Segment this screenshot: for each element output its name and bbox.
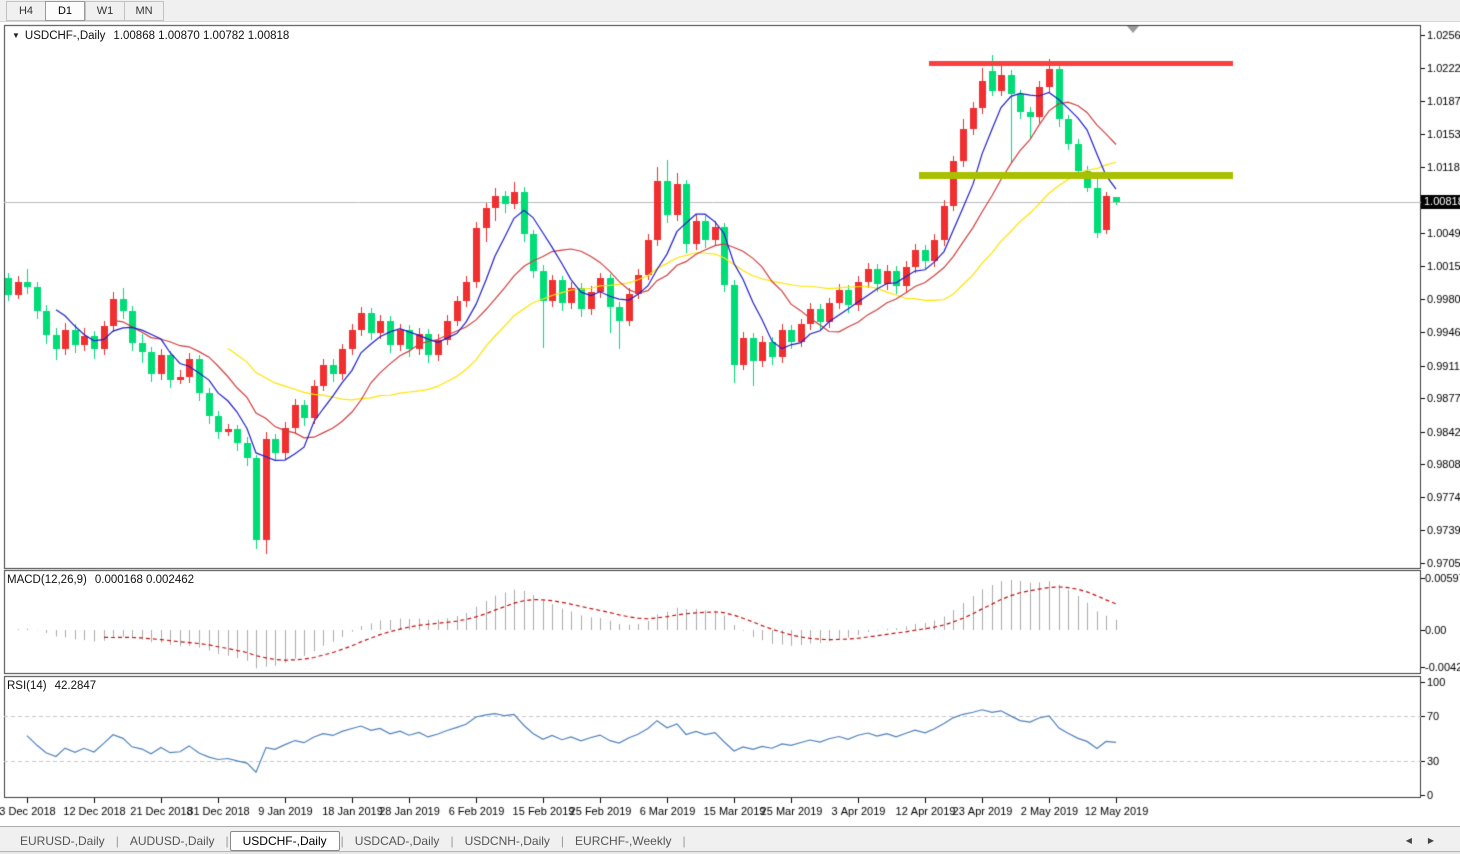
timeframe-w1[interactable]: W1 [85, 0, 124, 21]
chart-canvas[interactable] [0, 22, 1460, 826]
tab-separator: | [682, 833, 686, 848]
tab-scroll-right-icon[interactable]: ▶ [1428, 836, 1434, 845]
panel-divider-rsi[interactable] [0, 674, 1421, 677]
tab-usdcnh-daily[interactable]: USDCNH-,Daily [455, 832, 560, 850]
tab-scroll-left-icon[interactable]: ◀ [1406, 836, 1412, 845]
timeframe-mn[interactable]: MN [124, 0, 164, 21]
chart-area: ▼ USDCHF-,Daily 1.00868 1.00870 1.00782 1.… [0, 22, 1460, 826]
chart-tabs: EURUSD-,Daily | AUDUSD-,Daily | USDCHF-,Dail… [0, 826, 1460, 854]
timeframe-toolbar: H4 D1 W1 MN [0, 0, 1460, 22]
tab-usdchf-daily[interactable]: USDCHF-,Daily [229, 830, 340, 851]
tab-eurchf-weekly[interactable]: EURCHF-,Weekly [565, 832, 681, 850]
symbol-collapse-icon[interactable]: ▼ [12, 31, 20, 40]
tab-usdcad-daily[interactable]: USDCAD-,Daily [345, 832, 450, 850]
panel-divider-macd[interactable] [0, 568, 1421, 571]
timeframe-h4[interactable]: H4 [6, 0, 45, 21]
timeframe-d1[interactable]: D1 [45, 0, 85, 21]
tab-audusd-daily[interactable]: AUDUSD-,Daily [120, 832, 225, 850]
tab-eurusd-daily[interactable]: EURUSD-,Daily [10, 832, 115, 850]
tab-separator: | [225, 833, 229, 848]
mt4-chart-window: H4 D1 W1 MN ▼ USDCHF-,Daily 1.00868 1.00870 1… [0, 0, 1460, 854]
